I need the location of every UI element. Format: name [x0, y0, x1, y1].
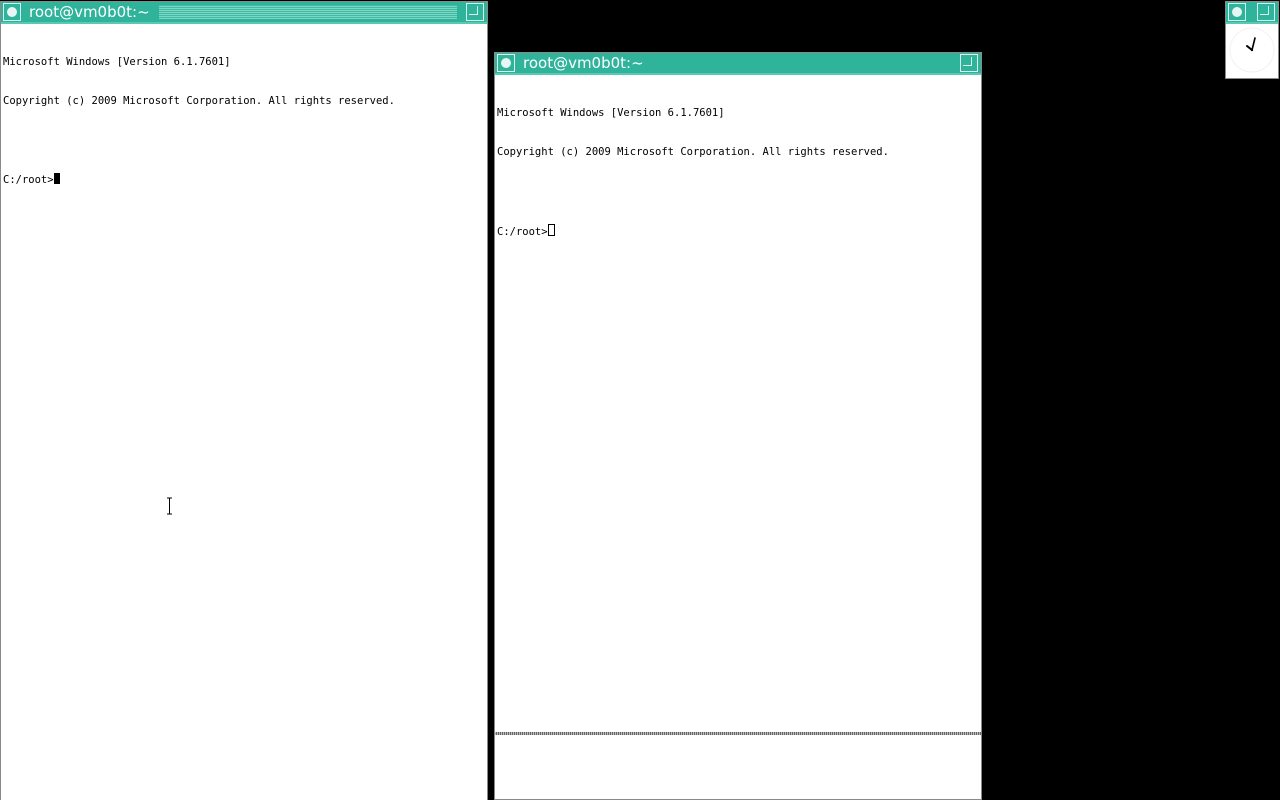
text-cursor [53, 173, 60, 184]
desktop: root@vm0b0t:~ Microsoft Windows [Version… [0, 0, 1280, 800]
titlebar-focus-stripes [159, 5, 457, 19]
analog-clock-icon [1229, 27, 1275, 73]
terminal-line: Copyright (c) 2009 Microsoft Corporation… [3, 95, 395, 107]
right-terminal-text-area[interactable]: Microsoft Windows [Version 6.1.7601] Cop… [495, 75, 981, 799]
ibeam-cursor-icon [167, 497, 172, 515]
left-terminal-text-area[interactable]: Microsoft Windows [Version 6.1.7601] Cop… [1, 24, 487, 800]
clock-window[interactable] [1225, 1, 1279, 79]
window-menu-button[interactable] [497, 54, 515, 72]
terminal-line: Copyright (c) 2009 Microsoft Corporation… [497, 146, 889, 158]
window-resize-button[interactable] [1257, 3, 1275, 21]
window-resize-button[interactable] [466, 3, 484, 21]
window-resize-button[interactable] [960, 54, 978, 72]
circle-menu-icon [1232, 7, 1242, 17]
circle-menu-icon [501, 58, 511, 68]
terminal-prompt-line: C:/root> [497, 224, 979, 238]
terminal-prompt-line: C:/root> [3, 173, 485, 186]
window-title: root@vm0b0t:~ [523, 54, 644, 72]
resize-icon [963, 57, 972, 66]
terminal-prompt: C:/root> [3, 174, 54, 186]
clock-titlebar[interactable] [1226, 2, 1278, 24]
window-menu-button[interactable] [1228, 3, 1246, 21]
text-cursor [547, 224, 555, 236]
window-title: root@vm0b0t:~ [29, 3, 150, 21]
terminal-prompt: C:/root> [497, 226, 548, 238]
terminal-line: Microsoft Windows [Version 6.1.7601] [497, 107, 725, 119]
right-terminal-window[interactable]: root@vm0b0t:~ Microsoft Windows [Version… [494, 52, 982, 800]
right-terminal-titlebar[interactable]: root@vm0b0t:~ [495, 53, 981, 75]
window-menu-button[interactable] [3, 3, 21, 21]
left-terminal-window[interactable]: root@vm0b0t:~ Microsoft Windows [Version… [0, 1, 488, 800]
resize-icon [1260, 6, 1269, 15]
resize-icon [469, 6, 478, 15]
terminal-line: Microsoft Windows [Version 6.1.7601] [3, 56, 231, 68]
circle-menu-icon [7, 7, 17, 17]
pane-divider[interactable] [495, 732, 981, 735]
left-terminal-titlebar[interactable]: root@vm0b0t:~ [1, 2, 487, 24]
